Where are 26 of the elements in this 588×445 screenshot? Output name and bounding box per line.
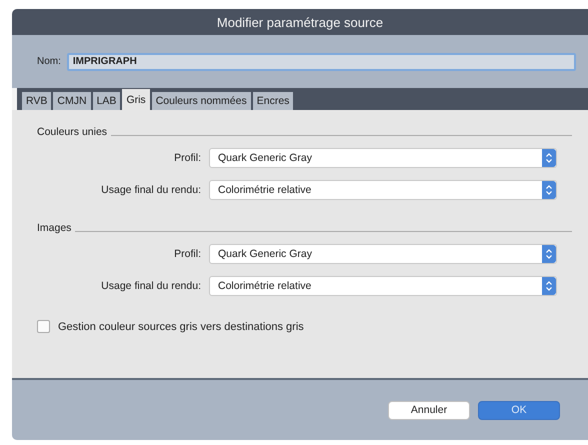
tab[interactable]: Encres bbox=[252, 92, 294, 110]
field-label: Usage final du rendu: bbox=[100, 184, 201, 196]
checkbox[interactable] bbox=[37, 320, 50, 333]
name-field[interactable]: IMPRIGRAPH bbox=[66, 52, 576, 70]
stepper-icon bbox=[542, 149, 556, 167]
tab[interactable]: CMJN bbox=[53, 92, 91, 110]
checkbox-label: Gestion couleur sources gris vers destinations gris bbox=[58, 320, 304, 332]
tab[interactable]: Couleurs nommées bbox=[152, 92, 251, 110]
dropdown[interactable]: Colorimétrie relative bbox=[209, 276, 557, 296]
stepper-icon bbox=[542, 277, 556, 295]
section-heading: Couleurs unies bbox=[37, 126, 108, 138]
dropdown[interactable]: Quark Generic Gray bbox=[209, 244, 557, 264]
stepper-icon bbox=[542, 245, 556, 263]
tab[interactable]: RVB bbox=[22, 92, 52, 110]
field-label: Profil: bbox=[173, 152, 201, 164]
window-title: Modifier paramétrage source bbox=[216, 14, 384, 30]
section-heading: Images bbox=[37, 222, 72, 234]
cancel-button[interactable]: Annuler bbox=[388, 400, 470, 420]
field-label: Profil: bbox=[173, 248, 201, 260]
stepper-icon bbox=[542, 181, 556, 199]
tab[interactable]: LAB bbox=[92, 92, 120, 110]
name-label: Nom: bbox=[37, 56, 61, 67]
dropdown[interactable]: Colorimétrie relative bbox=[209, 180, 557, 200]
field-label: Usage final du rendu: bbox=[100, 280, 201, 292]
dropdown[interactable]: Quark Generic Gray bbox=[209, 148, 557, 168]
tab[interactable]: Gris bbox=[122, 89, 150, 110]
